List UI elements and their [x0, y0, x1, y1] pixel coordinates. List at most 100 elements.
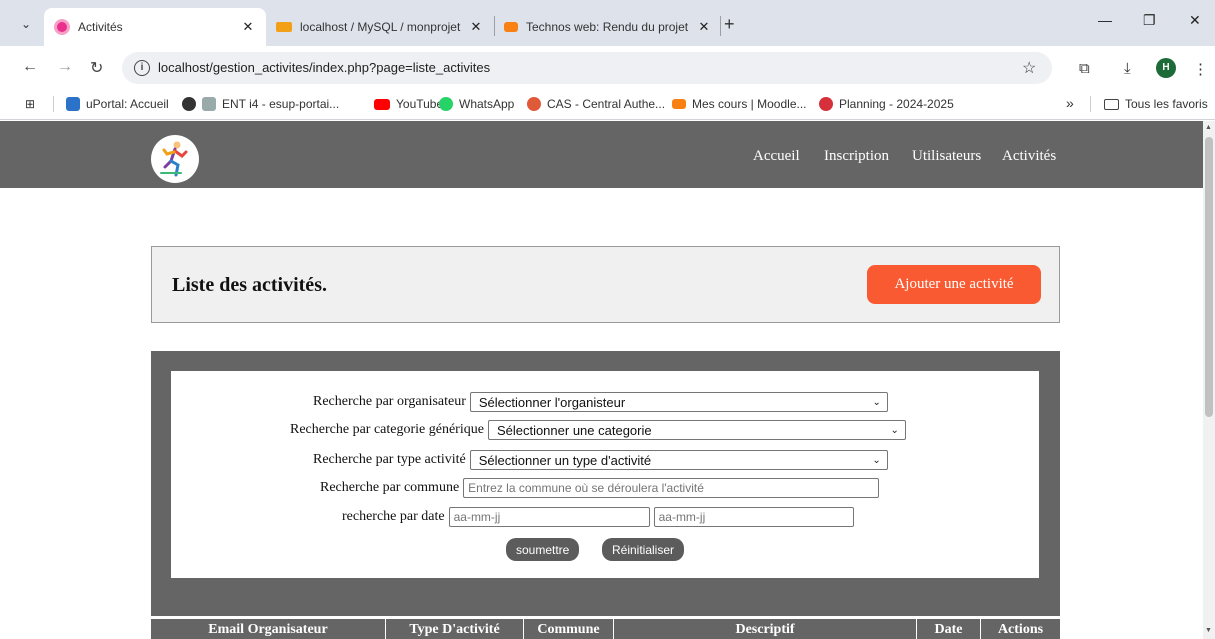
date-label: recherche par date: [342, 509, 445, 524]
reset-button[interactable]: Réinitialiser: [602, 538, 685, 561]
organisateur-select[interactable]: Sélectionner l'organisteur ⌄: [469, 392, 888, 412]
planning-icon: [819, 97, 833, 111]
moodle-icon: [672, 99, 686, 109]
site-header: Accueil Inscription Utilisateurs Activit…: [0, 121, 1203, 188]
ent-icon: [202, 97, 216, 111]
search-type-row: Recherche par type activité Sélectionner…: [313, 450, 888, 470]
back-arrow-icon[interactable]: ←: [22, 58, 38, 76]
activities-table-header: Email Organisateur Type D'activité Commu…: [151, 619, 1060, 639]
forward-arrow-icon[interactable]: →: [57, 58, 73, 76]
bookmark-whatsapp[interactable]: WhatsApp: [439, 97, 514, 111]
tab-divider: [720, 16, 721, 36]
bookmark-label: ENT i4 - esup-portai...: [222, 97, 340, 111]
page-title-panel: Liste des activités. Ajouter une activit…: [151, 246, 1060, 323]
site-logo[interactable]: [151, 135, 199, 183]
more-menu-icon[interactable]: ⋮: [1193, 60, 1208, 78]
bookmark-divider: [1090, 96, 1091, 112]
bookmark-label: Mes cours | Moodle...: [692, 97, 807, 111]
nav-accueil[interactable]: Accueil: [753, 148, 800, 165]
tab-phpmyadmin[interactable]: localhost / MySQL / monprojet ✕: [266, 8, 494, 46]
window-close-icon[interactable]: ✕: [1189, 12, 1201, 29]
commune-input[interactable]: [463, 478, 880, 498]
tab-activites[interactable]: Activités ✕: [44, 8, 266, 46]
submit-button[interactable]: soumettre: [506, 538, 580, 561]
bookmark-label: WhatsApp: [459, 97, 515, 111]
bookmark-label: YouTube: [396, 97, 444, 111]
url-text: localhost/gestion_activites/index.php?pa…: [158, 60, 491, 75]
extensions-icon[interactable]: ⧉: [1079, 60, 1090, 77]
bookmark-moodle[interactable]: Mes cours | Moodle...: [672, 97, 807, 111]
scrollbar-thumb[interactable]: [1205, 137, 1213, 417]
runner-logo-icon: [160, 141, 188, 177]
download-icon[interactable]: ⤓: [1124, 60, 1131, 77]
search-categorie-row: Recherche par categorie générique Sélect…: [290, 420, 906, 440]
uportal-icon: [66, 97, 80, 111]
folder-icon: [1104, 98, 1119, 110]
bookmark-label: uPortal: Accueil: [86, 97, 169, 111]
bookmark-label: Planning - 2024-2025: [839, 97, 954, 111]
type-select-value: Sélectionner un type d'activité: [478, 452, 652, 468]
date-to-input[interactable]: [653, 507, 854, 527]
date-from-input[interactable]: [448, 507, 650, 527]
browser-toolbar: ← → ↻ i localhost/gestion_activites/inde…: [0, 46, 1215, 88]
youtube-icon: [374, 98, 390, 110]
col-email-organisateur[interactable]: Email Organisateur: [151, 619, 386, 639]
all-bookmarks[interactable]: Tous les favoris: [1104, 97, 1208, 111]
nav-inscription[interactable]: Inscription: [824, 148, 889, 165]
phpmyadmin-icon: [276, 22, 292, 32]
categorie-select[interactable]: Sélectionner une categorie ⌄: [487, 420, 906, 440]
reload-icon[interactable]: ↻: [90, 58, 103, 78]
bookmark-star-icon[interactable]: ☆: [1022, 58, 1036, 78]
all-bookmarks-label: Tous les favoris: [1125, 97, 1208, 111]
globe-icon: [182, 97, 196, 111]
categorie-select-value: Sélectionner une categorie: [496, 422, 652, 438]
bookmark-uportal[interactable]: uPortal: Accueil: [66, 97, 169, 111]
scroll-up-arrow-icon[interactable]: ▲: [1205, 124, 1212, 131]
chevron-down-icon: ⌄: [872, 396, 881, 408]
bookmark-ent[interactable]: ENT i4 - esup-portai...: [182, 97, 339, 111]
close-icon[interactable]: ✕: [240, 19, 256, 35]
profile-avatar[interactable]: H: [1156, 58, 1176, 78]
browser-tabstrip: ⌄ Activités ✕ localhost / MySQL / monpro…: [0, 0, 1215, 46]
tab-search-chevron-icon[interactable]: ⌄: [14, 12, 38, 36]
chevron-down-icon: ⌄: [890, 424, 899, 436]
wamp-favicon-icon: [54, 19, 70, 35]
page-viewport: Accueil Inscription Utilisateurs Activit…: [0, 121, 1203, 639]
page-scrollbar[interactable]: ▲ ▼: [1203, 121, 1215, 639]
bookmark-planning[interactable]: Planning - 2024-2025: [819, 97, 954, 111]
close-icon[interactable]: ✕: [696, 19, 712, 35]
apps-grid-icon[interactable]: ⊞: [25, 97, 35, 111]
address-bar[interactable]: i localhost/gestion_activites/index.php?…: [122, 52, 1052, 84]
restore-icon[interactable]: ❐: [1143, 12, 1156, 29]
bookmarks-overflow-chevron-icon[interactable]: »: [1066, 95, 1074, 111]
tab-moodle[interactable]: Technos web: Rendu du projet ✕: [494, 8, 722, 46]
cas-icon: [527, 97, 541, 111]
col-date[interactable]: Date: [917, 619, 981, 639]
tab-title: localhost / MySQL / monprojet: [300, 20, 461, 34]
search-panel: Recherche par organisateur Sélectionner …: [151, 351, 1060, 616]
col-actions[interactable]: Actions: [981, 619, 1060, 639]
search-form: Recherche par organisateur Sélectionner …: [171, 371, 1039, 578]
tab-title: Technos web: Rendu du projet: [526, 20, 689, 34]
page-title: Liste des activités.: [172, 274, 327, 296]
minimize-icon[interactable]: —: [1098, 12, 1112, 28]
col-type-activite[interactable]: Type D'activité: [386, 619, 524, 639]
nav-activites[interactable]: Activités: [1002, 148, 1056, 165]
type-select[interactable]: Sélectionner un type d'activité ⌄: [469, 450, 888, 470]
whatsapp-icon: [439, 97, 453, 111]
organisateur-select-value: Sélectionner l'organisteur: [478, 394, 626, 410]
new-tab-plus-icon[interactable]: +: [724, 14, 735, 35]
col-commune[interactable]: Commune: [524, 619, 614, 639]
categorie-label: Recherche par categorie générique: [290, 422, 484, 437]
scroll-down-arrow-icon[interactable]: ▼: [1205, 627, 1212, 634]
add-activity-button[interactable]: Ajouter une activité: [867, 265, 1041, 304]
bookmark-youtube[interactable]: YouTube: [374, 97, 443, 111]
tab-title: Activités: [78, 20, 123, 34]
site-info-icon[interactable]: i: [134, 60, 150, 76]
commune-label: Recherche par commune: [320, 480, 460, 495]
nav-utilisateurs[interactable]: Utilisateurs: [912, 148, 981, 165]
bookmark-cas[interactable]: CAS - Central Authe...: [527, 97, 665, 111]
close-icon[interactable]: ✕: [468, 19, 484, 35]
type-label: Recherche par type activité: [313, 452, 466, 467]
col-descriptif[interactable]: Descriptif: [614, 619, 917, 639]
